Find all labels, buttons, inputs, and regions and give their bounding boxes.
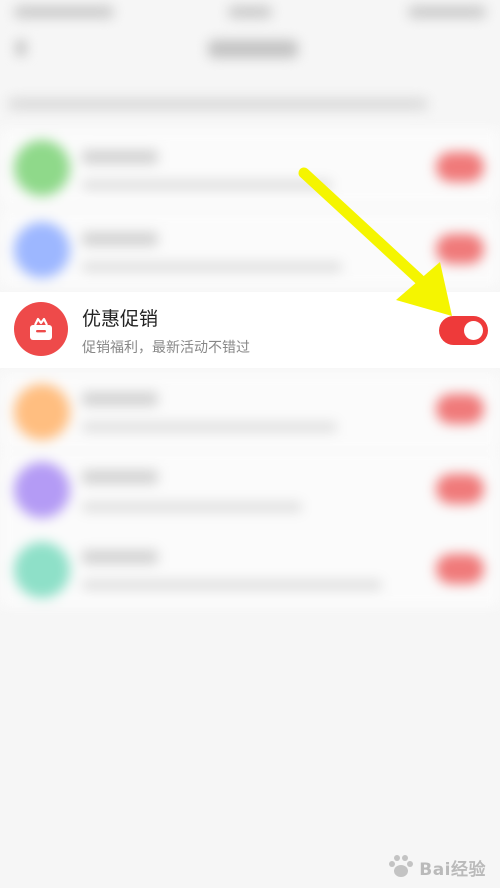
gift-icon-glyph xyxy=(30,317,52,340)
promotion-setting-row: 优惠促销 促销福利，最新活动不错过 xyxy=(0,292,500,368)
row-title xyxy=(82,150,158,164)
row-subtitle xyxy=(82,580,382,590)
row-toggle[interactable] xyxy=(436,474,484,504)
blurred-background xyxy=(0,0,500,888)
row-subtitle xyxy=(82,422,337,432)
row-subtitle xyxy=(82,262,342,272)
watermark: Bai经验 xyxy=(387,854,486,880)
row-toggle[interactable] xyxy=(436,234,484,264)
section-description xyxy=(8,98,428,110)
row-title xyxy=(82,392,158,406)
status-bar-left xyxy=(14,6,114,18)
row-icon xyxy=(14,462,70,518)
row-icon xyxy=(14,222,70,278)
row-toggle[interactable] xyxy=(436,554,484,584)
row-subtitle xyxy=(82,180,332,190)
row-icon xyxy=(14,384,70,440)
watermark-text: Bai经验 xyxy=(419,859,486,880)
row-icon xyxy=(14,140,70,196)
list-item xyxy=(0,372,500,450)
row-toggle[interactable] xyxy=(436,152,484,182)
row-title xyxy=(82,470,158,484)
gift-icon xyxy=(14,302,68,356)
status-bar-center xyxy=(228,6,272,18)
row-subtitle xyxy=(82,502,302,512)
notification-settings-screen: 优惠促销 促销福利，最新活动不错过 Bai经验 xyxy=(0,0,500,888)
status-bar-right xyxy=(408,6,486,18)
list-item xyxy=(0,128,500,206)
paw-icon xyxy=(389,855,414,877)
toggle-knob xyxy=(464,321,483,340)
back-button[interactable] xyxy=(16,40,26,56)
row-icon xyxy=(14,542,70,598)
row-toggle[interactable] xyxy=(436,394,484,424)
list-item xyxy=(0,530,500,608)
list-item xyxy=(0,452,500,530)
row-title: 优惠促销 xyxy=(82,308,159,330)
promotion-toggle-switch[interactable] xyxy=(439,316,488,345)
row-title xyxy=(82,232,158,246)
list-item xyxy=(0,210,500,288)
row-subtitle: 促销福利，最新活动不错过 xyxy=(82,340,250,356)
row-title xyxy=(82,550,158,564)
page-title-placeholder xyxy=(208,40,298,58)
